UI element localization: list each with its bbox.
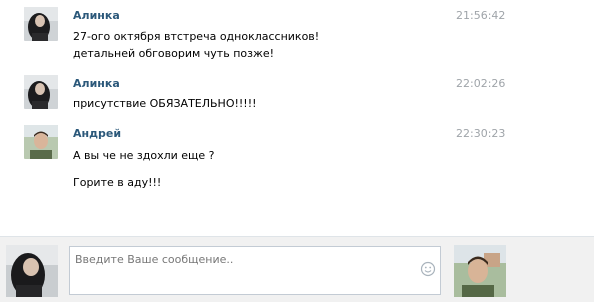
message-input-placeholder: Введите Ваше сообщение.. xyxy=(75,253,234,266)
author-name[interactable]: Андрей xyxy=(73,127,121,140)
message-time: 22:30:23 xyxy=(456,127,506,140)
message-text: 27-ого октября втстреча одноклассников! xyxy=(73,30,320,43)
smile-icon[interactable] xyxy=(420,261,436,277)
message-input[interactable]: Введите Ваше сообщение.. xyxy=(69,246,441,295)
message-history: Алинка 21:56:42 27-ого октября втстреча … xyxy=(0,0,594,236)
message-text: детальней обговорим чуть позже! xyxy=(73,47,275,60)
message-text: Горите в аду!!! xyxy=(73,176,162,189)
message-text: А вы че не здохли еще ? xyxy=(73,149,215,162)
chat-window: Алинка 21:56:42 27-ого октября втстреча … xyxy=(0,0,594,302)
avatar-andrey[interactable] xyxy=(24,125,58,159)
avatar-alinka[interactable] xyxy=(24,75,58,109)
author-name[interactable]: Алинка xyxy=(73,9,120,22)
author-name[interactable]: Алинка xyxy=(73,77,120,90)
message-time: 21:56:42 xyxy=(456,9,506,22)
avatar-alinka[interactable] xyxy=(24,7,58,41)
my-avatar[interactable] xyxy=(6,245,58,297)
message-time: 22:02:26 xyxy=(456,77,506,90)
recipient-avatar[interactable] xyxy=(454,245,506,297)
message-composer: Введите Ваше сообщение.. xyxy=(0,236,594,302)
message-text: присутствие ОБЯЗАТЕЛЬНО!!!!! xyxy=(73,97,257,110)
